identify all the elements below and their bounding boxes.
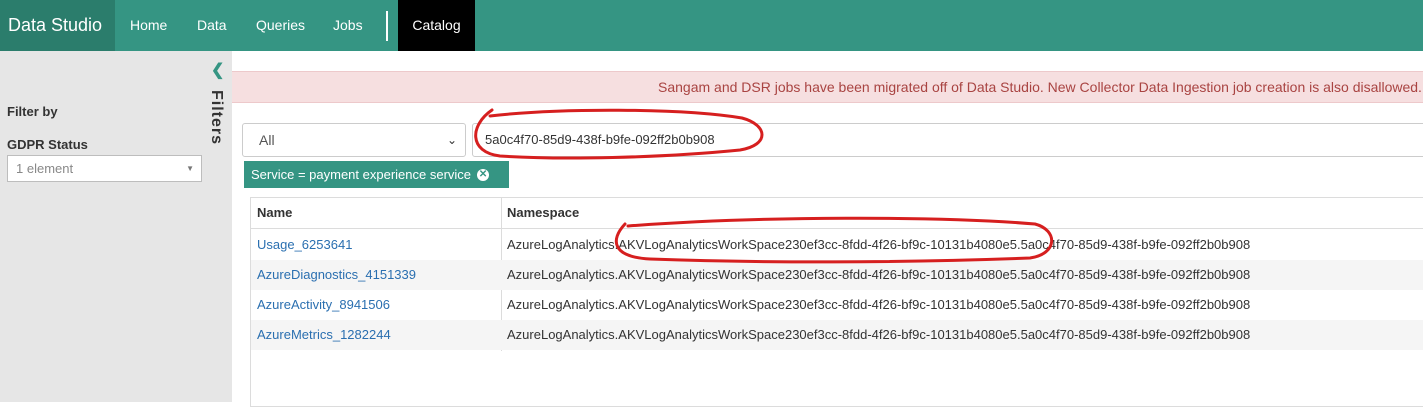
nav-queries[interactable]: Queries — [256, 0, 305, 51]
filters-label: Filters — [208, 90, 225, 146]
gdpr-status-value: 1 element — [16, 161, 74, 176]
results-table: Name Namespace Usage_6253641 AzureLogAna… — [250, 197, 1423, 407]
row-name-link[interactable]: AzureMetrics_1282244 — [257, 320, 391, 350]
nav-home[interactable]: Home — [130, 0, 167, 51]
chevron-left-icon[interactable]: ❮ — [211, 62, 224, 80]
nav-data[interactable]: Data — [197, 0, 227, 51]
scope-value: All — [259, 132, 275, 148]
table-header: Name Namespace — [251, 198, 1423, 229]
header-name[interactable]: Name — [257, 198, 292, 228]
gdpr-status-select[interactable]: 1 element ▼ — [7, 155, 202, 182]
table-row: AzureActivity_8941506 AzureLogAnalytics.… — [251, 290, 1423, 320]
alert-text: Sangam and DSR jobs have been migrated o… — [658, 79, 1423, 95]
row-name-link[interactable]: AzureDiagnostics_4151339 — [257, 260, 416, 290]
table-row: AzureMetrics_1282244 AzureLogAnalytics.A… — [251, 320, 1423, 350]
row-namespace: AzureLogAnalytics.AKVLogAnalyticsWorkSpa… — [507, 297, 1251, 312]
row-namespace: AzureLogAnalytics.AKVLogAnalyticsWorkSpa… — [507, 267, 1251, 282]
migration-alert: Sangam and DSR jobs have been migrated o… — [232, 71, 1423, 103]
gdpr-status-label: GDPR Status — [7, 137, 88, 152]
scope-select[interactable]: All ⌄ — [242, 123, 466, 157]
app-brand[interactable]: Data Studio — [0, 0, 115, 51]
close-circle-icon[interactable]: ✕ — [477, 168, 490, 181]
header-namespace[interactable]: Namespace — [507, 198, 579, 228]
nav-jobs[interactable]: Jobs — [333, 0, 363, 51]
row-name-link[interactable]: AzureActivity_8941506 — [257, 290, 390, 320]
search-input[interactable]: 5a0c4f70-85d9-438f-b9fe-092ff2b0b908 — [472, 123, 1423, 157]
service-filter-chip[interactable]: Service = payment experience service ✕ — [244, 161, 509, 188]
nav-separator — [386, 11, 388, 41]
chevron-down-icon: ⌄ — [446, 133, 457, 147]
filter-by-heading: Filter by — [7, 104, 58, 119]
filters-tab[interactable]: Filters — [205, 90, 225, 150]
row-namespace: AzureLogAnalytics.AKVLogAnalyticsWorkSpa… — [507, 237, 1251, 252]
row-name-link[interactable]: Usage_6253641 — [257, 230, 352, 260]
nav-catalog[interactable]: Catalog — [398, 0, 475, 51]
table-row: AzureDiagnostics_4151339 AzureLogAnalyti… — [251, 260, 1423, 290]
filter-chip-label: Service = payment experience service — [251, 167, 472, 182]
caret-down-icon: ▼ — [186, 164, 194, 173]
top-nav-bar: Data Studio Home Data Queries Jobs Catal… — [0, 0, 1423, 51]
table-row: Usage_6253641 AzureLogAnalytics.AKVLogAn… — [251, 230, 1423, 260]
row-namespace: AzureLogAnalytics.AKVLogAnalyticsWorkSpa… — [507, 327, 1251, 342]
